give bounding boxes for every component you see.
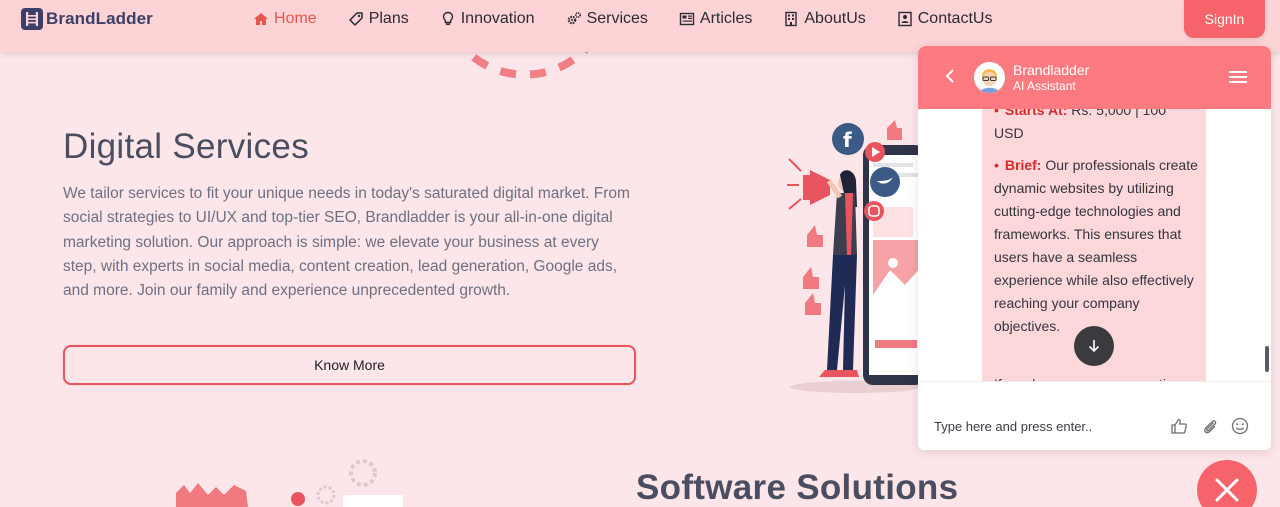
brand-logo-link[interactable]: BrandLadder [21, 8, 153, 30]
software-illustration [176, 459, 403, 507]
chat-header: Brandladder AI Assistant [918, 46, 1271, 109]
chat-message-input[interactable] [934, 416, 1154, 436]
svg-text:f: f [843, 128, 852, 152]
brief-label: Brief: [1004, 157, 1042, 173]
nav-item-plans[interactable]: Plans [348, 10, 409, 28]
assistant-avatar [974, 62, 1005, 93]
chat-widget: Brandladder AI Assistant • Starts At: Rs.… [918, 46, 1271, 450]
section-description: We tailor services to fit your unique ne… [63, 185, 630, 300]
nav-item-contactus[interactable]: ContactUs [897, 10, 993, 28]
message-bullet-brief: • Brief: Our professionals create dynamic… [994, 157, 1198, 334]
emoji-icon[interactable] [1231, 417, 1249, 435]
page-title: Digital Services [63, 127, 309, 166]
chat-assistant-name: Brandladder [1013, 62, 1090, 78]
hamburger-menu-icon[interactable] [1229, 69, 1247, 85]
brief-text: Our professionals create dynamic website… [994, 157, 1198, 334]
nav-item-label: Innovation [460, 10, 535, 27]
paperclip-icon[interactable] [1201, 417, 1219, 435]
thumbs-up-icon[interactable] [1170, 417, 1188, 435]
nav-item-articles[interactable]: Articles [679, 10, 752, 28]
nav-item-home[interactable]: Home [253, 10, 317, 28]
nav-links: Home Plans Innovation Services Articles … [253, 8, 1023, 30]
top-navbar: BrandLadder Home Plans Innovation Servic… [0, 0, 1280, 52]
chat-close-button[interactable] [1197, 460, 1257, 507]
digital-marketing-illustration: f [787, 120, 925, 393]
brand-logo-icon [21, 8, 43, 30]
signin-button[interactable]: SignIn [1184, 0, 1265, 38]
arrow-down-icon [1088, 340, 1100, 353]
contact-card-icon [898, 11, 912, 27]
price-label: Starts At: [1004, 109, 1068, 118]
chat-messages[interactable]: • Starts At: Rs. 5,000 | 100 USD • Brief: … [918, 109, 1271, 427]
brand-name: BrandLadder [46, 9, 153, 28]
scroll-to-bottom-button[interactable] [1074, 326, 1114, 366]
message-bullet-price: • Starts At: Rs. 5,000 | 100 USD [994, 109, 1199, 145]
tag-icon [348, 12, 363, 26]
chat-input-bar [918, 381, 1271, 450]
lightbulb-icon [442, 11, 453, 25]
section-title-software-solutions: Software Solutions [636, 468, 959, 507]
nav-item-label: AboutUs [804, 10, 866, 27]
nav-item-label: Plans [368, 10, 409, 27]
close-icon [1215, 478, 1239, 502]
nav-item-label: ContactUs [917, 10, 993, 27]
building-icon [785, 11, 798, 27]
nav-item-label: Services [586, 10, 648, 27]
chat-scrollbar-thumb[interactable] [1265, 346, 1269, 372]
nav-item-label: Articles [699, 10, 753, 27]
nav-item-innovation[interactable]: Innovation [440, 10, 535, 28]
know-more-button[interactable]: Know More [63, 345, 636, 385]
nav-item-services[interactable]: Services [566, 10, 648, 28]
newspaper-icon [679, 12, 695, 26]
nav-item-aboutus[interactable]: AboutUs [783, 10, 866, 28]
home-icon [254, 13, 268, 25]
chat-assistant-subtitle: AI Assistant [1013, 79, 1076, 93]
assistant-message-bubble: • Starts At: Rs. 5,000 | 100 USD • Brief: … [982, 109, 1206, 427]
chevron-left-icon[interactable] [943, 68, 957, 84]
nav-item-label: Home [274, 10, 317, 27]
gears-icon [567, 11, 581, 25]
